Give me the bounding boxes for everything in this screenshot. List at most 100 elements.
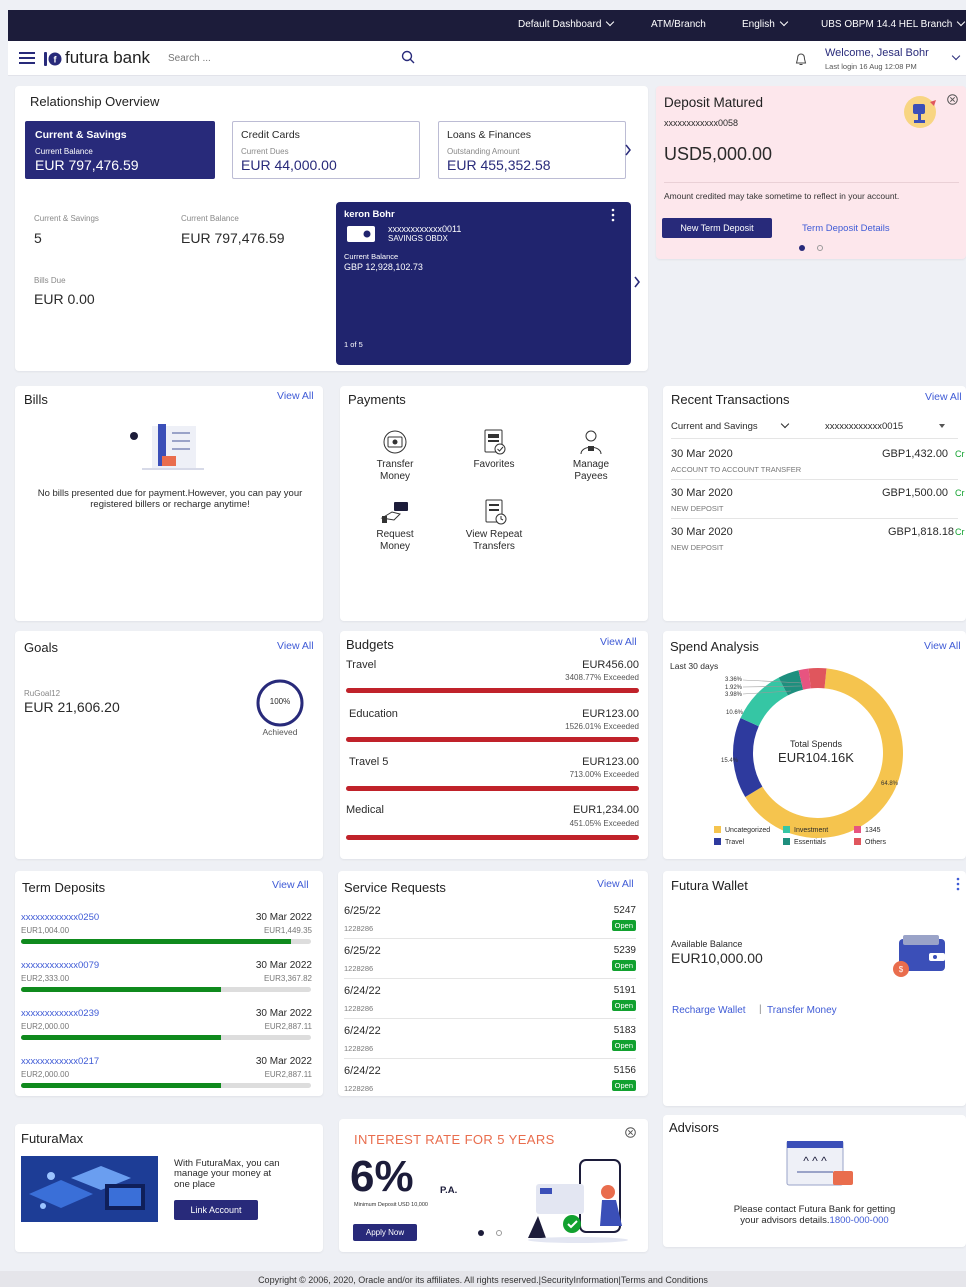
close-icon[interactable] <box>625 1127 636 1138</box>
tab-loans-finances[interactable]: Loans & Finances Outstanding Amount EUR … <box>438 121 626 179</box>
card-title: Budgets <box>346 637 394 652</box>
branch-selector[interactable]: UBS OBPM 14.4 HEL Branch <box>821 17 966 30</box>
td-maturity-amount: EUR2,887.11 <box>264 1070 312 1079</box>
td-maturity-amount: EUR2,887.11 <box>264 1022 312 1031</box>
sr-status-badge: Open <box>611 1000 636 1011</box>
transfer-money-button[interactable]: Transfer Money <box>360 428 430 483</box>
recharge-wallet-link[interactable]: Recharge Wallet <box>672 1005 746 1016</box>
budgets-card: Budgets View All Travel EUR456.00 3408.7… <box>340 631 648 859</box>
sr-id[interactable]: 5156 <box>614 1065 636 1076</box>
budget-bar <box>346 737 639 742</box>
current-balance-label: Current Balance <box>181 214 239 223</box>
card-title: Advisors <box>669 1120 719 1135</box>
sr-id[interactable]: 5247 <box>614 905 636 916</box>
request-money-button[interactable]: Request Money <box>360 498 430 553</box>
kebab-menu-icon[interactable] <box>956 877 960 891</box>
chevron-right-icon[interactable] <box>633 276 641 288</box>
sr-ref: 1228286 <box>344 1084 374 1093</box>
futura-logo-icon: f <box>44 52 62 66</box>
interest-promo-card: INTEREST RATE FOR 5 YEARS 6% P.A. Minimu… <box>339 1119 648 1252</box>
account-number-select[interactable]: xxxxxxxxxxxx0015 <box>825 421 945 432</box>
sr-id[interactable]: 5191 <box>614 985 636 996</box>
trophy-icon <box>904 96 936 128</box>
sr-id[interactable]: 5239 <box>614 945 636 956</box>
manage-payees-button[interactable]: Manage Payees <box>556 428 626 483</box>
bills-due-value: EUR 0.00 <box>34 291 95 307</box>
divider <box>664 182 959 183</box>
transfer-money-link[interactable]: Transfer Money <box>767 1005 837 1016</box>
divider <box>344 978 636 979</box>
legend-item: Uncategorized <box>714 826 770 834</box>
chevron-down-icon[interactable] <box>951 51 961 61</box>
txn-desc: ACCOUNT TO ACCOUNT TRANSFER <box>671 465 802 474</box>
txn-date: 30 Mar 2020 <box>671 487 733 499</box>
card-title: Service Requests <box>344 880 446 895</box>
carousel-dot[interactable] <box>496 1230 502 1236</box>
term-deposits-view-all-link[interactable]: View All <box>272 879 309 891</box>
td-progress-bar <box>21 1035 311 1040</box>
welcome-text[interactable]: Welcome, Jesal Bohr <box>825 47 929 59</box>
atm-branch-link[interactable]: ATM/Branch <box>651 19 706 30</box>
close-icon[interactable] <box>947 94 958 105</box>
account-type-select[interactable]: Current and Savings <box>671 419 789 432</box>
advisors-line1: Please contact Futura Bank for getting <box>733 1204 896 1215</box>
search-input[interactable] <box>168 50 408 66</box>
carousel-dot-active[interactable] <box>799 245 805 251</box>
relationship-overview-card: Relationship Overview Current & Savings … <box>15 86 648 371</box>
td-account-link[interactable]: xxxxxxxxxxxx0217 <box>21 1056 99 1067</box>
dashboard-selector[interactable]: Default Dashboard <box>518 17 615 30</box>
favorites-button[interactable]: Favorites <box>459 428 529 471</box>
language-selector[interactable]: English <box>742 17 789 30</box>
divider <box>344 1058 636 1059</box>
goal-amount: EUR 21,606.20 <box>24 699 120 715</box>
deposit-matured-card: Deposit Matured xxxxxxxxxxxx0058 USD5,00… <box>656 86 966 259</box>
td-maturity-amount: EUR1,449.35 <box>263 926 312 935</box>
td-account-link[interactable]: xxxxxxxxxxxx0239 <box>21 1008 99 1019</box>
caret-down-icon <box>939 424 945 428</box>
deposit-note: Amount credited may take sometime to ref… <box>664 191 900 201</box>
chevron-right-icon[interactable] <box>624 144 632 156</box>
tab-credit-cards[interactable]: Credit Cards Current Dues EUR 44,000.00 <box>232 121 420 179</box>
current-balance-value: EUR 797,476.59 <box>181 230 285 246</box>
donut-slice[interactable] <box>740 677 788 727</box>
new-term-deposit-button[interactable]: New Term Deposit <box>662 218 772 238</box>
chevron-down-icon <box>780 419 789 429</box>
request-money-icon <box>380 502 408 523</box>
bills-view-all-link[interactable]: View All <box>277 390 314 402</box>
td-progress-bar <box>21 987 311 992</box>
budgets-view-all-link[interactable]: View All <box>600 636 637 648</box>
donut-slice[interactable] <box>808 668 827 689</box>
sr-id[interactable]: 5183 <box>614 1025 636 1036</box>
carousel-dot[interactable] <box>817 245 823 251</box>
main-header: f futura bank Welcome, Jesal Bohr Last l… <box>8 41 966 76</box>
legend-item: Investment <box>783 826 828 834</box>
deposit-account: xxxxxxxxxxxx0058 <box>664 118 739 128</box>
term-deposit-details-link[interactable]: Term Deposit Details <box>802 223 890 234</box>
budget-status: 713.00% Exceeded <box>569 770 639 779</box>
tab-current-savings[interactable]: Current & Savings Current Balance EUR 79… <box>25 121 215 179</box>
budget-bar <box>346 835 639 840</box>
goals-view-all-link[interactable]: View All <box>277 640 314 652</box>
td-account-link[interactable]: xxxxxxxxxxxx0079 <box>21 960 99 971</box>
view-repeat-transfers-button[interactable]: View Repeat Transfers <box>459 498 529 553</box>
sr-status-badge: Open <box>611 1040 636 1051</box>
service-view-all-link[interactable]: View All <box>597 878 634 890</box>
card-title: Bills <box>24 392 48 407</box>
recent-view-all-link[interactable]: View All <box>925 391 962 403</box>
account-card[interactable]: keron Bohr xxxxxxxxxxxx0011 SAVINGS OBDX… <box>336 202 631 365</box>
card-title: Relationship Overview <box>30 94 160 109</box>
hamburger-menu-icon[interactable] <box>19 51 35 65</box>
bell-icon[interactable] <box>795 53 807 66</box>
advisors-phone-link[interactable]: 1800-000-000 <box>830 1215 889 1226</box>
td-progress-bar <box>21 1083 311 1088</box>
link-account-button[interactable]: Link Account <box>174 1200 258 1220</box>
carousel-dot-active[interactable] <box>478 1230 484 1236</box>
td-progress-bar <box>21 939 311 944</box>
budget-amount: EUR123.00 <box>582 708 639 720</box>
apply-now-button[interactable]: Apply Now <box>353 1224 417 1241</box>
kebab-menu-icon[interactable] <box>611 208 615 222</box>
td-account-link[interactable]: xxxxxxxxxxxx0250 <box>21 912 99 923</box>
goal-status: Achieved <box>262 727 298 737</box>
budget-amount: EUR1,234.00 <box>572 804 639 816</box>
search-icon[interactable] <box>401 50 415 64</box>
